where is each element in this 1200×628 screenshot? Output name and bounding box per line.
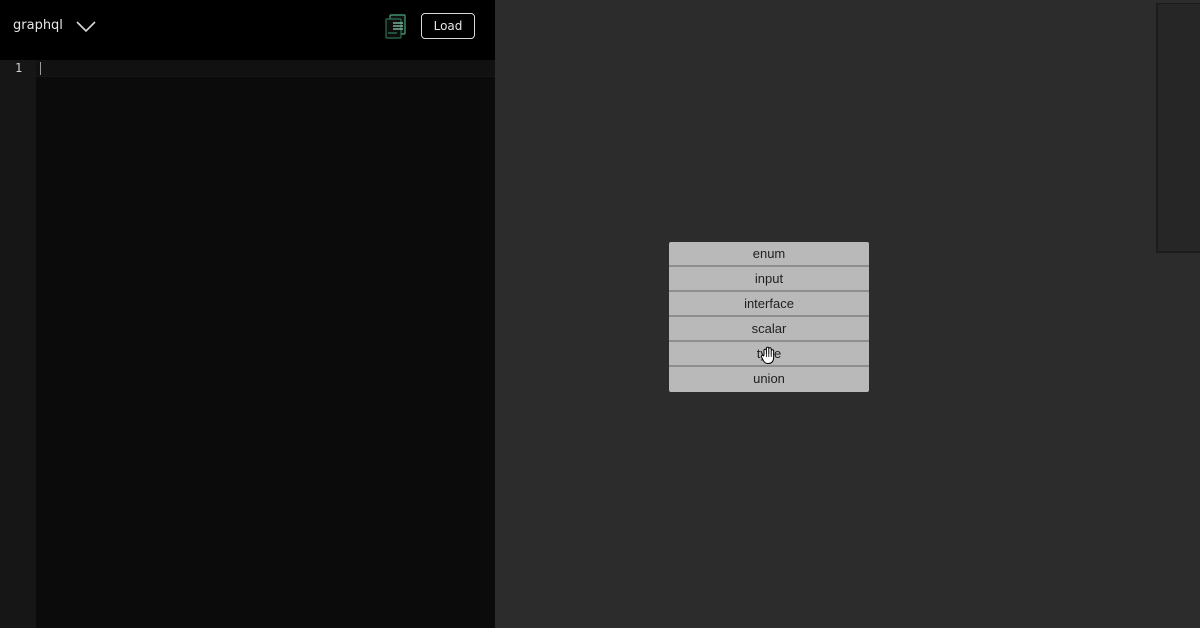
type-menu-item-union[interactable]: union	[669, 367, 869, 390]
editor-panel: graphql Load 1	[0, 0, 495, 628]
language-select[interactable]: graphql	[0, 10, 110, 42]
editor-toolbar: graphql Load	[0, 0, 495, 60]
type-menu-item-interface[interactable]: interface	[669, 292, 869, 317]
type-menu-item-enum[interactable]: enum	[669, 242, 869, 267]
type-menu-item-scalar[interactable]: scalar	[669, 317, 869, 342]
chevron-down-icon[interactable]	[76, 19, 96, 33]
load-button[interactable]: Load	[421, 13, 475, 39]
code-editor[interactable]: 1	[0, 60, 495, 628]
minimap[interactable]	[1156, 3, 1200, 253]
type-menu-item-type[interactable]: type	[669, 342, 869, 367]
line-number: 1	[15, 61, 23, 75]
language-label: graphql	[13, 18, 63, 33]
type-menu-item-input[interactable]: input	[669, 267, 869, 292]
app-root: graphql Load 1 enum input interface scal…	[0, 0, 1200, 628]
active-line[interactable]	[36, 60, 495, 77]
text-caret	[40, 62, 41, 75]
copy-document-icon[interactable]	[384, 14, 408, 40]
line-gutter: 1	[0, 60, 36, 628]
type-menu: enum input interface scalar type union	[669, 242, 869, 392]
